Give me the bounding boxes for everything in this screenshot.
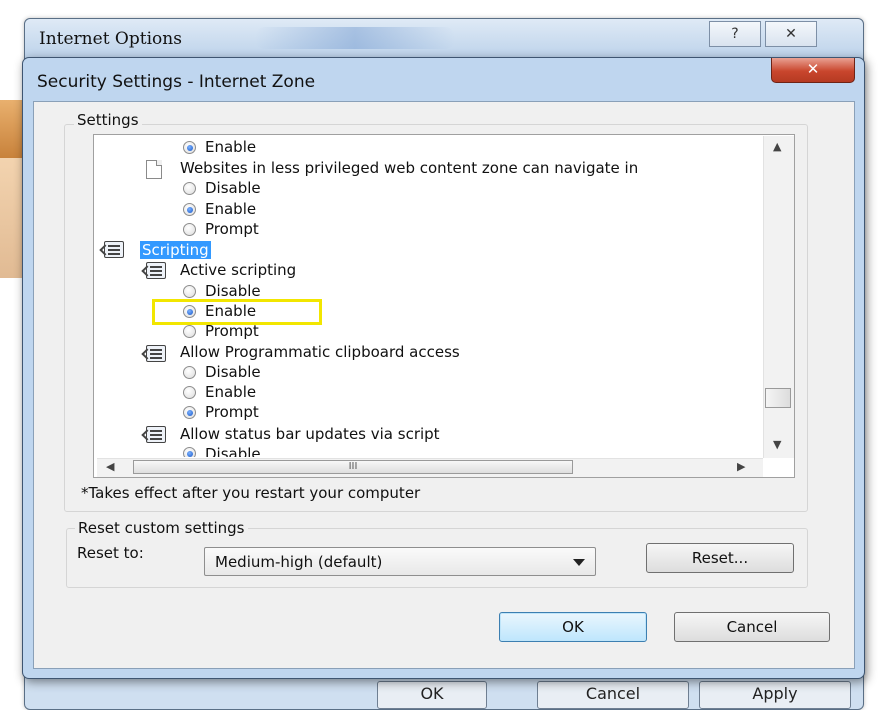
settings-group-label: Settings — [74, 111, 142, 129]
internet-options-title: Internet Options — [39, 29, 182, 49]
radio-disable[interactable] — [183, 447, 196, 457]
io-apply-button[interactable]: Apply — [699, 681, 851, 709]
reset-group-label: Reset custom settings — [75, 519, 248, 537]
title-decoration — [255, 27, 455, 49]
setting-label: Active scripting — [180, 261, 297, 279]
setting-label: Websites in less privileged web content … — [180, 159, 639, 177]
dialog-title: Security Settings - Internet Zone — [37, 72, 316, 92]
radio-prompt[interactable] — [183, 406, 196, 419]
dialog-close-button[interactable]: ✕ — [771, 58, 855, 83]
option-label: Disable — [205, 363, 261, 381]
cancel-button[interactable]: Cancel — [674, 612, 830, 642]
background-page-strip — [0, 100, 22, 158]
option-label: Prompt — [205, 220, 259, 238]
script-icon — [146, 345, 166, 362]
chevron-down-icon — [573, 559, 585, 566]
background-page-strip — [0, 158, 22, 278]
restart-footnote: *Takes effect after you restart your com… — [81, 484, 421, 502]
horizontal-scroll-thumb[interactable]: III — [133, 460, 573, 474]
close-icon: ✕ — [806, 60, 820, 78]
ok-button[interactable]: OK — [499, 612, 647, 642]
reset-to-label: Reset to: — [77, 544, 144, 562]
reset-to-value: Medium-high (default) — [215, 553, 383, 571]
category-scripting[interactable]: Scripting — [140, 240, 211, 260]
script-icon — [146, 426, 166, 443]
scroll-down-icon[interactable]: ▼ — [773, 438, 781, 451]
category-label: Scripting — [140, 241, 211, 259]
scroll-right-icon[interactable]: ▶ — [737, 460, 745, 473]
option-label: Enable — [205, 383, 257, 401]
setting-label: Allow status bar updates via script — [180, 425, 440, 443]
scroll-up-icon[interactable]: ▲ — [773, 140, 781, 153]
reset-to-dropdown[interactable]: Medium-high (default) — [204, 547, 596, 576]
radio-enable[interactable] — [183, 141, 196, 154]
internet-options-titlebar: Internet Options ? ✕ — [25, 19, 863, 59]
scroll-left-icon[interactable]: ◀ — [106, 460, 114, 473]
option-label: Disable — [205, 445, 261, 457]
document-icon — [146, 160, 162, 179]
radio-disable[interactable] — [183, 366, 196, 379]
radio-disable[interactable] — [183, 285, 196, 298]
io-cancel-button[interactable]: Cancel — [537, 681, 689, 709]
script-icon — [146, 262, 166, 279]
radio-prompt[interactable] — [183, 223, 196, 236]
clipped-row: Disable — [93, 444, 763, 457]
reset-button[interactable]: Reset... — [646, 543, 794, 573]
option-label: Disable — [205, 282, 261, 300]
close-icon: ✕ — [785, 26, 797, 42]
internet-options-close-button[interactable]: ✕ — [765, 21, 817, 47]
radio-disable[interactable] — [183, 182, 196, 195]
highlight-annotation — [152, 299, 322, 325]
vertical-scrollbar[interactable] — [763, 136, 794, 458]
option-label: Enable — [205, 138, 257, 156]
io-ok-button[interactable]: OK — [377, 681, 487, 709]
radio-prompt[interactable] — [183, 325, 196, 338]
help-button[interactable]: ? — [709, 21, 761, 47]
scroll-grip-icon: III — [348, 461, 358, 472]
option-label: Disable — [205, 179, 261, 197]
option-label: Enable — [205, 200, 257, 218]
radio-enable[interactable] — [183, 203, 196, 216]
setting-label: Allow Programmatic clipboard access — [180, 343, 460, 361]
vertical-scroll-thumb[interactable] — [765, 388, 791, 408]
radio-enable[interactable] — [183, 386, 196, 399]
help-icon: ? — [731, 26, 739, 42]
option-label: Prompt — [205, 403, 259, 421]
script-icon — [104, 241, 124, 258]
